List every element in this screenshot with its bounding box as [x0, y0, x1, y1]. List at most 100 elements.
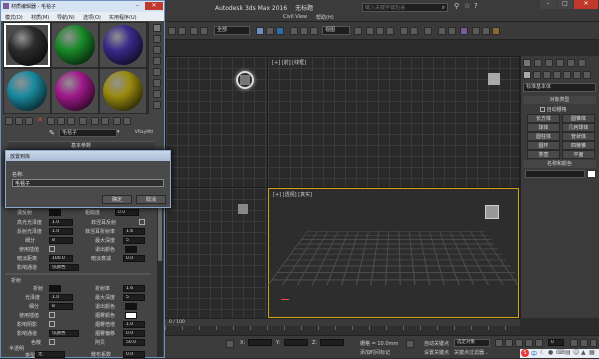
object-box[interactable]	[485, 205, 499, 219]
fog-bias-field[interactable]: 0.0	[123, 330, 145, 337]
star-icon[interactable]: ☆	[464, 2, 470, 10]
object-color-swatch[interactable]	[587, 170, 596, 178]
refract-swatch[interactable]	[49, 285, 61, 292]
track-bar[interactable]	[165, 326, 520, 335]
binoculars-icon[interactable]: ⚲	[454, 2, 459, 10]
create-teapot-button[interactable]: 茶壶	[527, 150, 560, 159]
curve-editor-icon[interactable]	[438, 27, 446, 35]
systems-icon[interactable]	[583, 71, 591, 79]
create-cone-button[interactable]: 圆锥体	[562, 114, 595, 123]
align-icon[interactable]	[410, 27, 418, 35]
background-icon[interactable]	[153, 46, 161, 54]
auto-key-label[interactable]: 自动关键点	[424, 340, 449, 347]
shirt-icon[interactable]: ▲	[581, 349, 586, 356]
subdivs-field[interactable]: 8	[49, 237, 73, 244]
put-to-library-icon[interactable]	[67, 117, 75, 125]
dialog-ok-button[interactable]: 确定	[102, 195, 132, 204]
go-forward-sibling-icon[interactable]	[123, 117, 131, 125]
geometry-icon[interactable]	[523, 71, 531, 79]
pan-icon[interactable]	[580, 339, 588, 347]
scale-icon[interactable]	[310, 27, 318, 35]
options-icon[interactable]	[153, 90, 161, 98]
material-dropdown-icon[interactable]: ▾	[117, 129, 120, 135]
link-icon[interactable]	[190, 27, 198, 35]
material-type-button[interactable]: VRayMtl	[129, 129, 159, 137]
object-box[interactable]	[238, 204, 248, 214]
video-check-icon[interactable]	[153, 68, 161, 76]
reference-coord-dropdown[interactable]: 视图	[322, 26, 350, 35]
dim-distance-field[interactable]: 100.0	[49, 255, 73, 262]
search-box[interactable]: ⌕	[362, 3, 448, 12]
dim-falloff-field[interactable]: 0.0	[123, 255, 145, 262]
get-material-icon[interactable]	[5, 117, 13, 125]
backlight-icon[interactable]	[153, 35, 161, 43]
snap-icon[interactable]	[366, 27, 374, 35]
assign-material-icon[interactable]	[25, 117, 33, 125]
hilight-gloss-field[interactable]: 1.0	[49, 219, 73, 226]
menu-navigation[interactable]: 导航(N)	[57, 14, 75, 21]
key-icon[interactable]	[406, 340, 414, 348]
create-geosphere-button[interactable]: 几何球体	[562, 123, 595, 132]
layer-icon[interactable]	[424, 27, 432, 35]
search-icon[interactable]: ⌕	[442, 4, 445, 12]
time-slider-counter[interactable]: 0 / 100	[169, 320, 185, 325]
keyboard-icon[interactable]: ⌨	[556, 349, 565, 356]
viewport-front[interactable]: [+] [前] [线框]	[268, 57, 519, 187]
uv-tiling-icon[interactable]	[153, 57, 161, 65]
exit-color2-swatch[interactable]	[125, 303, 137, 310]
search-input[interactable]	[363, 4, 439, 12]
diffuse-swatch[interactable]	[49, 209, 61, 216]
rotate-icon[interactable]	[300, 27, 308, 35]
affect-channels-dropdown[interactable]: 仅颜色	[49, 264, 79, 271]
goto-end-icon[interactable]	[535, 339, 543, 347]
show-end-result-icon[interactable]	[101, 117, 109, 125]
create-plane-button[interactable]: 平面	[562, 150, 595, 159]
shapes-icon[interactable]	[533, 71, 541, 79]
render-icon[interactable]	[492, 27, 500, 35]
helpers-icon[interactable]	[563, 71, 571, 79]
rollout-object-type[interactable]: 对象类型	[523, 96, 596, 104]
go-to-parent-icon[interactable]	[113, 117, 121, 125]
current-frame-field[interactable]: 0	[548, 339, 564, 346]
sample-slot[interactable]	[52, 69, 98, 113]
lock-icon[interactable]	[226, 340, 234, 348]
user-icon[interactable]: ☺	[573, 349, 579, 356]
scatter-coeff-field[interactable]: 0.0	[123, 351, 145, 358]
dialog-cancel-button[interactable]: 取消	[136, 195, 166, 204]
minimize-button[interactable]: –	[540, 0, 556, 9]
goto-start-icon[interactable]	[495, 339, 503, 347]
roughness-field[interactable]: 0.0	[115, 209, 139, 216]
ime-icon[interactable]: S	[521, 349, 529, 357]
schematic-icon[interactable]	[448, 27, 456, 35]
angle-snap-icon[interactable]	[376, 27, 384, 35]
sample-slot[interactable]	[4, 23, 50, 67]
menu-mode[interactable]: 模式(D)	[5, 14, 23, 21]
fresnel-checkbox[interactable]	[139, 219, 145, 225]
viewport-perspective-label[interactable]: [+] [透视] [真实]	[273, 191, 312, 198]
object-category-dropdown[interactable]: 标准基本体	[523, 83, 596, 92]
editor-close-button[interactable]: ✕	[145, 2, 163, 10]
use-interp2-checkbox[interactable]	[49, 312, 55, 318]
set-key-label[interactable]: 设置关键点	[424, 349, 449, 356]
select-icon[interactable]	[256, 27, 264, 35]
clipboard-icon[interactable]: ▤	[565, 349, 571, 356]
exit-color-swatch[interactable]	[125, 246, 137, 253]
motion-tab-icon[interactable]	[556, 59, 564, 67]
create-sphere-button[interactable]: 球体	[527, 123, 560, 132]
fog-mult-field[interactable]: 1.0	[123, 321, 145, 328]
abbe-checkbox[interactable]	[49, 339, 55, 345]
coord-z-field[interactable]	[320, 339, 344, 346]
close-button[interactable]: ✕	[574, 0, 598, 9]
hierarchy-tab-icon[interactable]	[545, 59, 553, 67]
menu-civil-view[interactable]: Civil View	[283, 14, 307, 20]
render-setup-icon[interactable]	[472, 27, 480, 35]
editor-minimize-button[interactable]: –	[133, 2, 142, 10]
fog-color-swatch[interactable]	[125, 312, 137, 319]
add-time-tag[interactable]: 添加时间标记	[360, 349, 390, 356]
selection-filter-dropdown[interactable]: 全部	[214, 26, 250, 35]
make-preview-icon[interactable]	[153, 79, 161, 87]
moon-icon[interactable]: ☾	[540, 349, 545, 356]
ime-language[interactable]: 中	[531, 349, 537, 358]
percent-snap-icon[interactable]	[386, 27, 394, 35]
glossiness-field[interactable]: 1.0	[49, 294, 73, 301]
